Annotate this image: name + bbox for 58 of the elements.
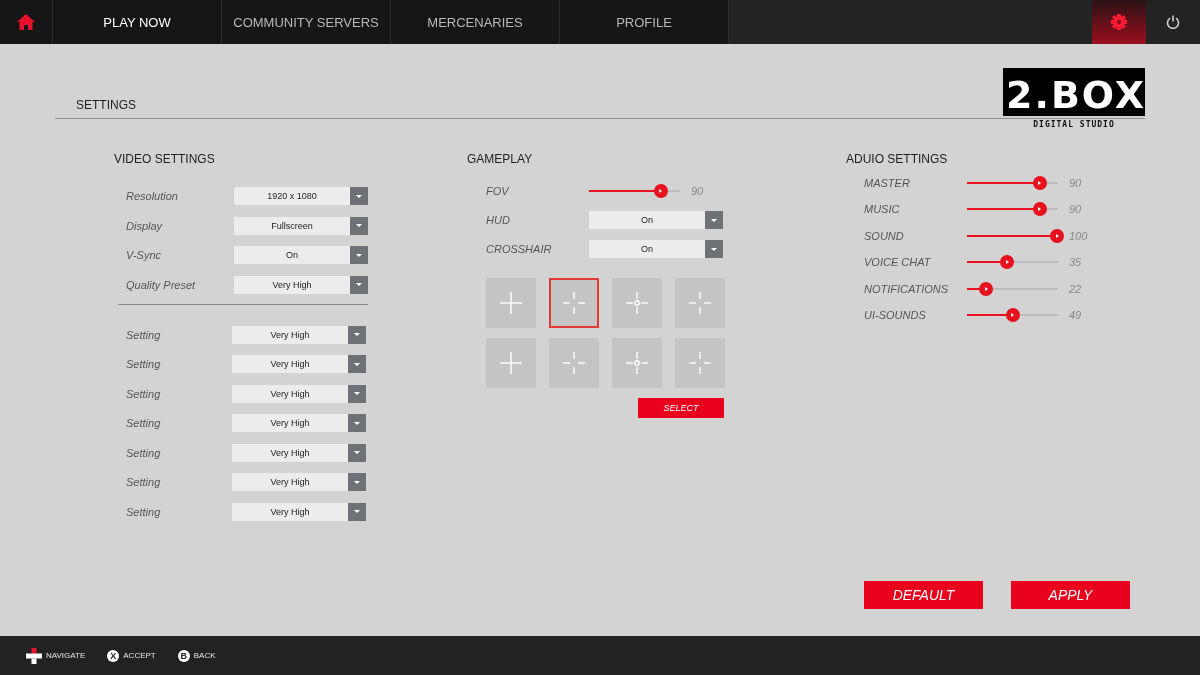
setting-label: MASTER — [864, 177, 911, 189]
slider-value: 90 — [1069, 177, 1082, 189]
page-title: SETTINGS — [75, 98, 137, 114]
logo: 2.BOX — [1003, 68, 1145, 116]
setting-label: V-Sync — [126, 249, 163, 261]
dropdown[interactable]: Very High — [232, 414, 366, 432]
action-button[interactable]: APPLY — [1011, 581, 1130, 609]
hint-label: ACCEPT — [123, 651, 156, 660]
slider-value: 90 — [1069, 203, 1082, 216]
dropdown[interactable]: Very High — [232, 473, 366, 491]
section-heading: GAMEPLAY — [467, 152, 534, 166]
setting-label: Quality Preset — [126, 278, 197, 291]
section-heading: VIDEO SETTINGS — [114, 152, 216, 166]
setting-label: MUSIC — [864, 203, 901, 216]
dropdown[interactable]: Very High — [234, 275, 368, 294]
slider-value: 49 — [1069, 308, 1082, 321]
dropdown[interactable]: Very High — [232, 502, 366, 521]
setting-label: HUD — [486, 214, 511, 226]
section-heading: ADUIO SETTINGS — [846, 152, 949, 166]
dropdown[interactable]: On — [234, 246, 368, 264]
slider-value: 100 — [1069, 229, 1088, 242]
slider-value: 22 — [1069, 282, 1082, 295]
dropdown[interactable]: On — [589, 240, 723, 258]
setting-label: Display — [126, 219, 164, 232]
setting-label: Setting — [126, 417, 162, 429]
setting-label: Setting — [126, 328, 162, 341]
setting-label: CROSSHAIR — [486, 243, 553, 255]
dropdown[interactable]: Very High — [232, 384, 366, 403]
setting-label: Setting — [126, 476, 162, 488]
slider-value: 90 — [691, 185, 704, 197]
select-button[interactable]: SELECT — [638, 398, 724, 418]
setting-label: Setting — [126, 505, 162, 518]
dropdown[interactable]: 1920 x 1080 — [234, 187, 368, 205]
setting-label: SOUND — [864, 229, 905, 242]
setting-label: Setting — [126, 358, 162, 370]
hint-label: NAVIGATE — [46, 651, 86, 660]
logo-tagline: DIGITAL STUDIO — [1032, 120, 1116, 129]
nav-tab[interactable]: PROFILE — [560, 0, 729, 44]
setting-label: Setting — [126, 446, 162, 459]
action-button[interactable]: DEFAULT — [864, 581, 983, 609]
dropdown[interactable]: Very High — [232, 325, 366, 344]
dropdown[interactable]: Fullscreen — [234, 216, 368, 235]
nav-tab[interactable]: MERCENARIES — [391, 0, 560, 44]
controller-button-icon: X — [107, 649, 120, 662]
hint-label: BACK — [193, 651, 216, 660]
setting-label: Setting — [126, 387, 162, 400]
nav-tab[interactable]: COMMUNITY SERVERS — [222, 0, 391, 44]
dropdown[interactable]: On — [589, 211, 723, 229]
controller-button-icon: B — [177, 649, 190, 662]
slider-value: 35 — [1069, 256, 1082, 269]
dropdown[interactable]: Very High — [232, 443, 366, 462]
setting-label: UI-SOUNDS — [864, 308, 927, 321]
setting-label: VOICE CHAT — [864, 256, 932, 269]
setting-label: Resolution — [126, 190, 179, 202]
dropdown[interactable]: Very High — [232, 355, 366, 373]
nav-tab[interactable]: PLAY NOW — [53, 0, 222, 44]
setting-label: FOV — [486, 185, 511, 197]
setting-label: NOTIFICATIONS — [864, 282, 950, 295]
